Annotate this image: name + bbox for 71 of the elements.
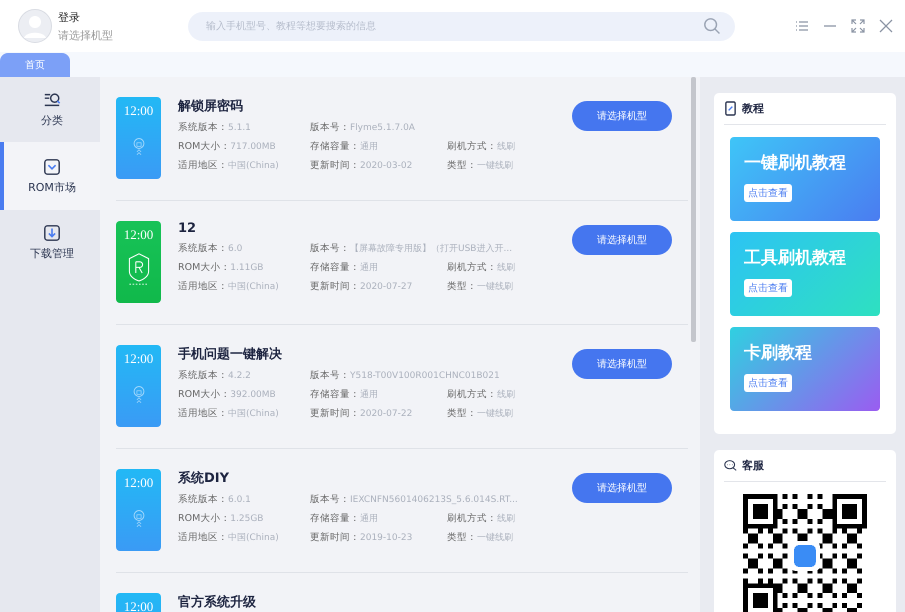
rom-title: 解锁屏密码 — [178, 98, 244, 115]
rom-field: 适用地区：中国(China) — [178, 280, 310, 293]
rom-field: 系统版本：5.1.1 — [178, 121, 310, 134]
tutorial-banner[interactable]: 卡刷教程 点击查看 — [730, 327, 880, 411]
view-link[interactable]: 点击查看 — [744, 184, 792, 202]
rom-field: ROM大小：392.00MB — [178, 388, 310, 401]
select-model-button[interactable]: 请选择机型 — [572, 473, 672, 503]
view-link[interactable]: 点击查看 — [744, 374, 792, 392]
model-hint: 请选择机型 — [58, 28, 113, 42]
rom-field: 类型：一键线刷 — [447, 159, 567, 172]
search-field[interactable]: 输入手机型号、教程等想要搜索的信息 — [188, 12, 735, 40]
tutorial-banner[interactable]: 一键刷机教程 点击查看 — [730, 137, 880, 221]
phone-thumbnail: 12:00 — [116, 593, 161, 612]
rom-field: 系统版本：6.0 — [178, 242, 310, 255]
close-icon[interactable] — [879, 19, 893, 33]
rom-field: 版本号：Y518-T00V100R001CHNC01B021 — [310, 369, 567, 382]
view-link[interactable]: 点击查看 — [744, 279, 792, 297]
rom-field: 版本号：Flyme5.1.7.0A — [310, 121, 567, 134]
rom-title: 12 — [178, 221, 198, 236]
rom-field: 刷机方式：线刷 — [447, 261, 567, 274]
scrollbar-thumb[interactable] — [691, 77, 696, 342]
phone-icon — [724, 101, 737, 116]
rom-field: 类型：一键线刷 — [447, 407, 567, 420]
sidebar-item[interactable]: 分类 — [0, 77, 100, 142]
maximize-icon[interactable] — [851, 19, 865, 33]
rom-field: ROM大小：1.25GB — [178, 512, 310, 525]
select-model-button[interactable]: 请选择机型 — [572, 225, 672, 255]
rom-field: 适用地区：中国(China) — [178, 531, 310, 544]
menu-icon[interactable] — [795, 19, 809, 33]
rom-field: 系统版本：6.0.1 — [178, 493, 310, 506]
rom-field: 类型：一键线刷 — [447, 280, 567, 293]
rom-field: 系统版本：4.2.2 — [178, 369, 310, 382]
phone-thumbnail: 12:00 — [116, 97, 161, 179]
rom-field: 版本号：【屏幕故障专用版】（打开USB进入开... — [310, 242, 567, 255]
select-model-button[interactable]: 请选择机型 — [572, 101, 672, 131]
rom-field: 存储容量：通用 — [310, 140, 447, 153]
rom-field: 类型：一键线刷 — [447, 531, 567, 544]
select-model-button[interactable]: 请选择机型 — [572, 349, 672, 379]
rom-field: 适用地区：中国(China) — [178, 159, 310, 172]
rom-field: 刷机方式：线刷 — [447, 140, 567, 153]
login-link[interactable]: 登录 — [58, 10, 113, 24]
phone-thumbnail: 12:00 — [116, 345, 161, 427]
rom-field: 更新时间：2020-07-22 — [310, 407, 447, 420]
chat-icon — [724, 458, 737, 473]
phone-thumbnail: 12:00 — [116, 469, 161, 551]
rom-title: 官方系统升级 — [178, 594, 257, 611]
rom-field: 存储容量：通用 — [310, 388, 447, 401]
rom-title: 手机问题一键解决 — [178, 346, 283, 363]
chevron-box-icon — [43, 158, 61, 176]
card-title: 客服 — [742, 458, 764, 473]
rom-field: ROM大小：717.00MB — [178, 140, 310, 153]
rom-field: ROM大小：1.11GB — [178, 261, 310, 274]
card-title: 教程 — [742, 101, 764, 116]
home-tab[interactable]: 首页 — [0, 53, 70, 77]
search-icon[interactable] — [703, 16, 721, 34]
list-search-icon — [43, 91, 61, 109]
rom-field: 刷机方式：线刷 — [447, 388, 567, 401]
tutorial-banner[interactable]: 工具刷机教程 点击查看 — [730, 232, 880, 316]
rom-field: 版本号：IEXCNFN5601406213S_5.6.014S.RT... — [310, 493, 567, 506]
rom-field: 存储容量：通用 — [310, 261, 447, 274]
rom-field: 适用地区：中国(China) — [178, 407, 310, 420]
sidebar-item[interactable]: 下载管理 — [0, 210, 100, 275]
rom-title: 系统DIY — [178, 470, 230, 487]
rom-field: 更新时间：2020-03-02 — [310, 159, 447, 172]
phone-thumbnail: 12:00 — [116, 221, 161, 303]
sidebar-item[interactable]: ROM市场 — [0, 142, 100, 210]
rom-field: 存储容量：通用 — [310, 512, 447, 525]
rom-field: 刷机方式：线刷 — [447, 512, 567, 525]
download-icon — [43, 224, 61, 242]
rom-field: 更新时间：2020-07-27 — [310, 280, 447, 293]
rom-field: 更新时间：2019-10-23 — [310, 531, 447, 544]
